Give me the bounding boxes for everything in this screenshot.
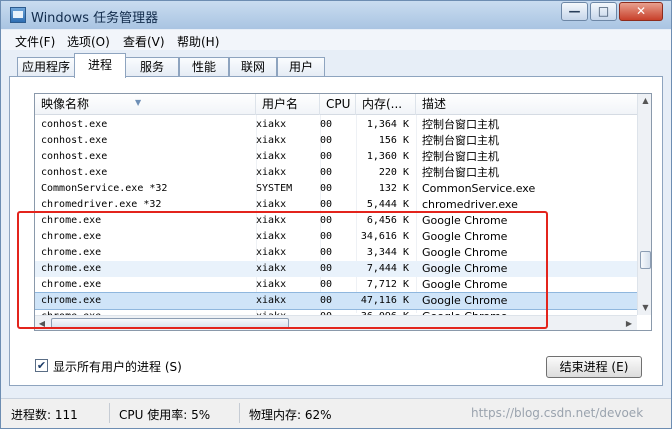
show-all-users-label[interactable]: 显示所有用户的进程 (S) (53, 358, 182, 375)
process-row[interactable]: conhost.exe xiakx 00 1,360 K 控制台窗口主机 (35, 149, 637, 165)
scroll-right-icon[interactable]: ▶ (622, 317, 636, 330)
tab-applications[interactable]: 应用程序 (17, 57, 75, 77)
processes-panel: 映像名称 ▼ 用户名 CPU 内存(... 描述 conhost.exe xiak… (9, 76, 663, 386)
column-cpu[interactable]: CPU (320, 94, 356, 115)
tab-strip: 应用程序 进程 服务 性能 联网 用户 (1, 53, 671, 78)
tab-processes[interactable]: 进程 (74, 53, 126, 78)
process-memory: 1,360 K (366, 151, 409, 162)
column-user-name[interactable]: 用户名 (256, 94, 320, 115)
status-process-count: 进程数: 111 (11, 408, 78, 422)
process-name: conhost.exe (41, 119, 108, 130)
tab-users[interactable]: 用户 (277, 57, 325, 77)
minimize-button[interactable]: — (561, 2, 588, 21)
process-name: conhost.exe (41, 135, 108, 146)
menu-file[interactable]: 文件(F) (15, 33, 55, 50)
sort-arrow-icon: ▼ (135, 98, 142, 107)
tab-networking[interactable]: 联网 (229, 57, 277, 77)
watermark-text: https://blog.csdn.net/devoek (471, 406, 644, 420)
close-button[interactable]: ✕ (619, 2, 663, 21)
process-description: 控制台窗口主机 (422, 118, 499, 131)
process-row[interactable]: CommonService.exe *32 SYSTEM 00 132 K Common… (35, 181, 637, 197)
column-headers: 映像名称 ▼ 用户名 CPU 内存(... 描述 (35, 94, 637, 115)
end-process-button[interactable]: 结束进程 (E) (546, 356, 642, 378)
tab-services[interactable]: 服务 (125, 57, 179, 77)
process-description: 控制台窗口主机 (422, 150, 499, 163)
menu-view[interactable]: 查看(V) (123, 33, 165, 50)
column-label: 映像名称 (41, 97, 90, 111)
process-user: xiakx (256, 167, 287, 178)
title-bar[interactable]: Windows 任务管理器 — □ ✕ (1, 1, 671, 29)
process-name: CommonService.exe *32 (41, 183, 168, 194)
red-annotation-box (17, 211, 548, 329)
tab-performance[interactable]: 性能 (179, 57, 229, 77)
check-icon: ✔ (36, 359, 47, 372)
column-image-name[interactable]: 映像名称 ▼ (35, 94, 256, 115)
process-row[interactable]: conhost.exe xiakx 00 220 K 控制台窗口主机 (35, 165, 637, 181)
vertical-scroll-thumb[interactable] (640, 251, 651, 269)
process-user: xiakx (256, 135, 287, 146)
scroll-up-icon[interactable]: ▲ (639, 94, 651, 108)
process-description: 控制台窗口主机 (422, 166, 499, 179)
process-row[interactable]: conhost.exe xiakx 00 156 K 控制台窗口主机 (35, 133, 637, 149)
maximize-button[interactable]: □ (590, 2, 617, 21)
process-user: SYSTEM (256, 183, 293, 194)
task-manager-icon (10, 7, 26, 23)
column-description[interactable]: 描述 (416, 94, 637, 115)
process-description: 控制台窗口主机 (422, 134, 499, 147)
process-memory: 220 K (378, 167, 409, 178)
process-user: xiakx (256, 119, 287, 130)
process-name: conhost.exe (41, 167, 108, 178)
menu-options[interactable]: 选项(O) (67, 33, 110, 50)
task-manager-window: Windows 任务管理器 — □ ✕ 文件(F) 选项(O) 查看(V) 帮助… (0, 0, 672, 429)
process-user: xiakx (256, 151, 287, 162)
status-physical-memory: 物理内存: 62% (249, 408, 332, 422)
process-memory: 156 K (378, 135, 409, 146)
window-title: Windows 任务管理器 (31, 11, 159, 26)
menu-bar: 文件(F) 选项(O) 查看(V) 帮助(H) (1, 30, 671, 50)
vertical-scrollbar[interactable]: ▲ ▼ (637, 94, 651, 315)
process-row[interactable]: conhost.exe xiakx 00 1,364 K 控制台窗口主机 (35, 117, 637, 133)
status-bar: 进程数: 111 CPU 使用率: 5% 物理内存: 62% https://b… (1, 398, 671, 428)
process-name: conhost.exe (41, 151, 108, 162)
process-description: CommonService.exe (422, 182, 536, 195)
process-memory: 1,364 K (366, 119, 409, 130)
show-all-users-checkbox[interactable]: ✔ (35, 359, 48, 372)
status-cpu-usage: CPU 使用率: 5% (119, 408, 211, 422)
menu-help[interactable]: 帮助(H) (177, 33, 219, 50)
process-memory: 132 K (378, 183, 409, 194)
status-divider (109, 403, 110, 423)
status-divider (239, 403, 240, 423)
scroll-down-icon[interactable]: ▼ (639, 301, 651, 315)
column-memory[interactable]: 内存(... (356, 94, 416, 115)
